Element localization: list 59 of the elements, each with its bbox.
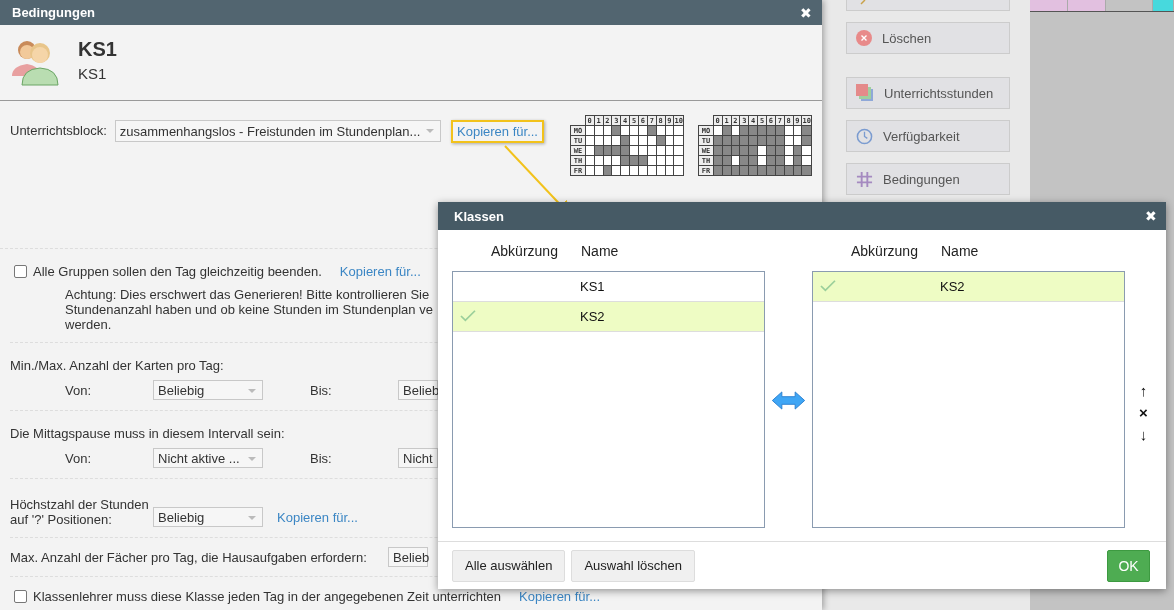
checkbox[interactable]: [14, 265, 27, 278]
column-header: Name: [581, 242, 619, 259]
checkbox-label: Klassenlehrer muss diese Klasse jeden Tag in der angegebenen Zeit unterrichten: [33, 589, 502, 604]
class-name: KS2: [580, 309, 605, 324]
class-code: KS1: [78, 37, 117, 61]
lessons-button[interactable]: Unterrichtsstunden: [846, 77, 1010, 109]
timetable-cell: [1068, 0, 1106, 11]
delete-icon: [856, 30, 872, 46]
check-icon: [459, 309, 477, 323]
list-row[interactable]: KS2: [453, 302, 764, 332]
dialog-title: Bedingungen: [12, 5, 96, 20]
hash-icon: [856, 170, 873, 188]
homework-dropdown[interactable]: Belieb: [388, 547, 428, 567]
check-icon: [819, 279, 837, 293]
column-header: Abkürzung: [851, 242, 919, 259]
checkbox-label: Alle Gruppen sollen den Tag gleichzeitig beenden.: [33, 264, 322, 279]
block-dropdown[interactable]: zusammenhangslos - Freistunden im Stundenplan...: [114, 120, 442, 142]
move-control[interactable]: ↑: [1139, 380, 1148, 401]
field-label: Von:: [65, 382, 93, 398]
class-name: KS1: [78, 65, 108, 82]
section-title: Min./Max. Anzahl der Karten pro Tag:: [10, 358, 224, 373]
footer-button[interactable]: Auswahl löschen: [571, 549, 695, 582]
timetable-cell: [1030, 0, 1068, 11]
field-label: Max. Anzahl der Fächer pro Tag, die Hausaufgaben erfordern:: [10, 549, 367, 565]
close-button[interactable]: ✖: [1145, 208, 1157, 224]
copy-link[interactable]: Kopieren für...: [277, 510, 358, 525]
list-row[interactable]: KS2: [813, 272, 1124, 302]
footer-button[interactable]: Alle auswählen: [452, 549, 566, 582]
field-label: Von:: [65, 450, 93, 466]
column-header: Abkürzung: [491, 242, 559, 259]
field-label: Höchstzahl der Stunden auf '?' Positionen:: [10, 497, 150, 527]
section-title: Die Mittagspause muss in diesem Intervall sein:: [10, 426, 285, 441]
copy-link[interactable]: Kopieren für...: [451, 120, 544, 143]
class-name: KS1: [580, 279, 605, 294]
move-control[interactable]: ↓: [1139, 424, 1148, 445]
timetable-cell: [1153, 0, 1174, 11]
close-button[interactable]: ✖: [800, 4, 812, 21]
constraints-button[interactable]: Bedingungen: [846, 163, 1010, 195]
swap-arrows-icon[interactable]: [771, 391, 806, 410]
column-header: Name: [941, 242, 979, 259]
class-name: KS2: [940, 279, 965, 294]
copy-link[interactable]: Kopieren für...: [519, 589, 600, 604]
to-dropdown[interactable]: Belieb: [398, 380, 438, 400]
dialog-title: Klassen: [454, 208, 504, 224]
field-label: Unterrichtsblock:: [10, 123, 108, 138]
limit-dropdown[interactable]: Beliebig: [153, 507, 263, 527]
from-dropdown[interactable]: Nicht aktive ...: [153, 448, 263, 468]
to-dropdown[interactable]: Nicht: [398, 448, 438, 468]
checkbox[interactable]: [14, 590, 27, 603]
field-label: Bis:: [310, 450, 333, 466]
field-label: Bis:: [310, 382, 333, 398]
copy-link[interactable]: Kopieren für...: [339, 264, 421, 279]
delete-button[interactable]: Löschen: [846, 22, 1010, 54]
stacked-squares-icon: [856, 84, 874, 102]
from-dropdown[interactable]: Beliebig: [153, 380, 263, 400]
warning-text: Achtung: Dies erschwert das Generieren! Bitte kontrollieren Sie Stundenanzahl haben und ob keine Stunden im Stundenplan ve werden.: [65, 287, 433, 332]
availability-button[interactable]: Verfügbarkeit: [846, 120, 1010, 152]
move-control[interactable]: ×: [1139, 402, 1148, 423]
clock-icon: [856, 127, 873, 145]
